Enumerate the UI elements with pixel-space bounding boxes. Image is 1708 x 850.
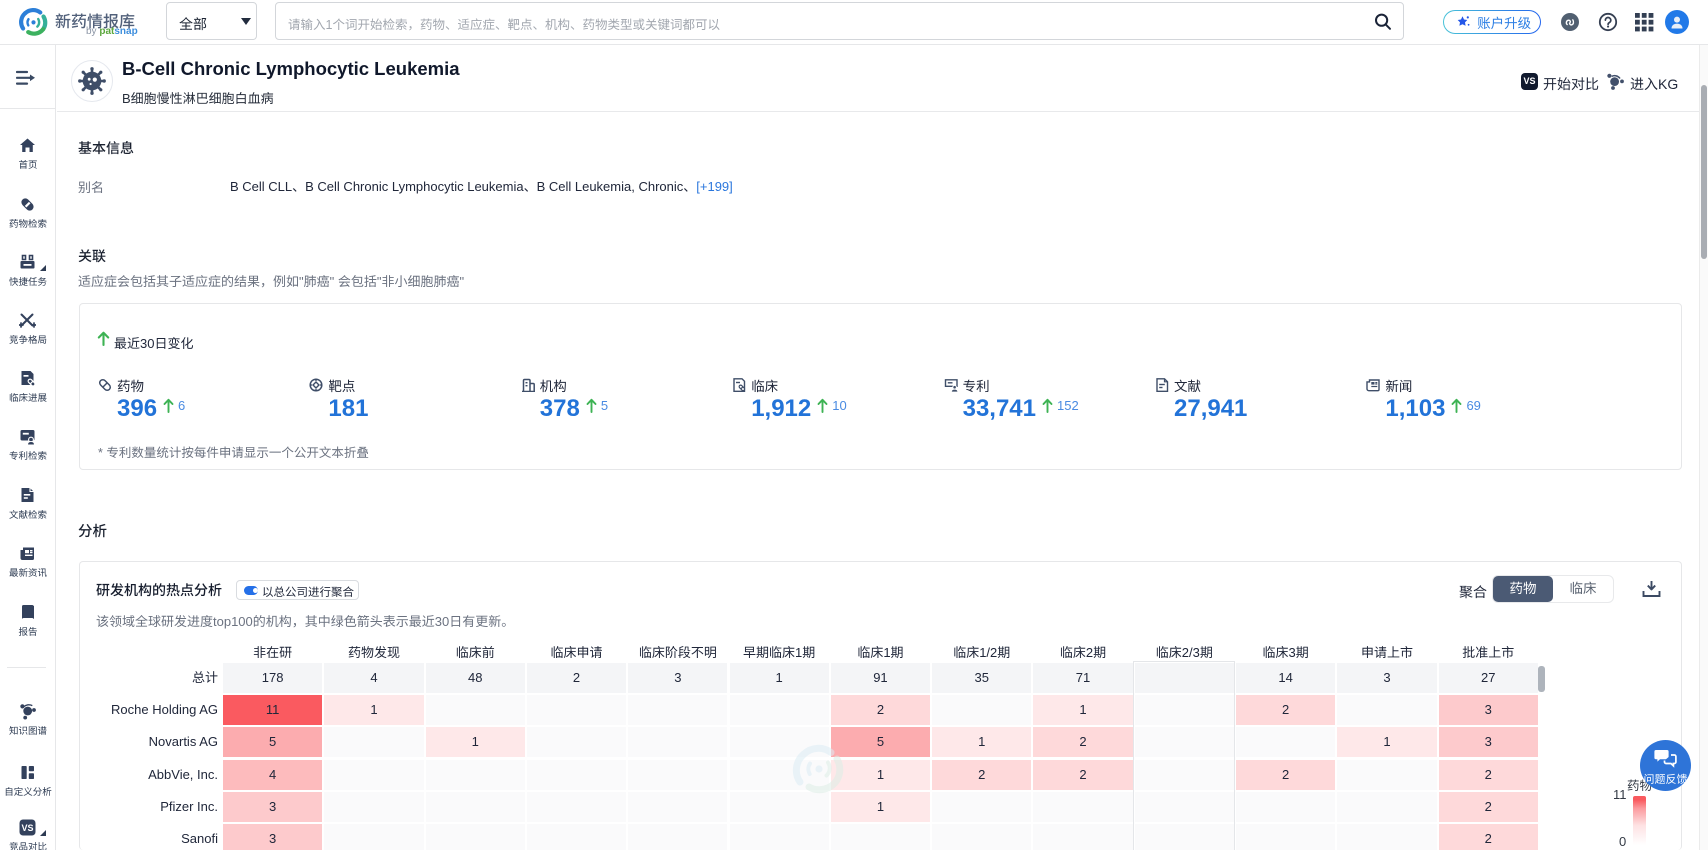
svg-text:VS: VS <box>21 823 33 833</box>
